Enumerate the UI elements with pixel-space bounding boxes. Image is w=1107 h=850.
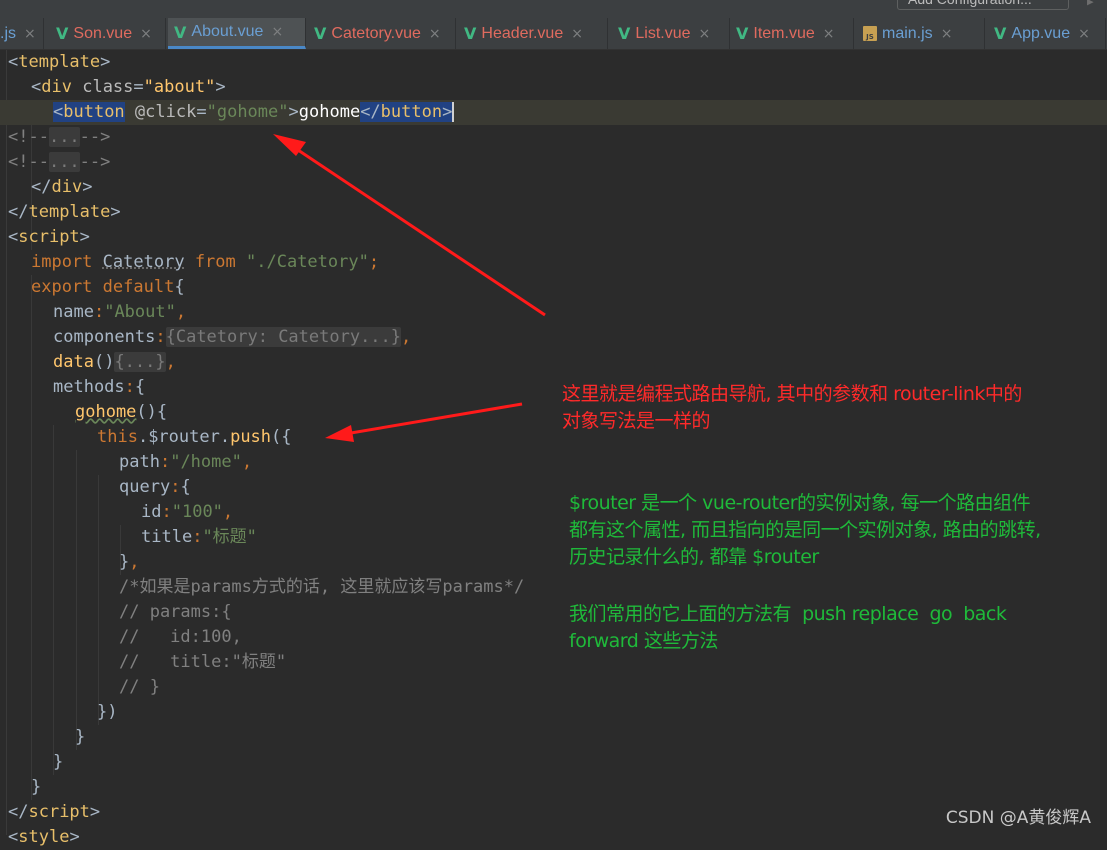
red-arrow-to-button xyxy=(273,134,546,317)
annotation-arrows xyxy=(273,134,546,442)
csdn-watermark: CSDN @A黄俊辉A xyxy=(945,808,1091,828)
red-arrow-to-router-push xyxy=(325,402,523,442)
